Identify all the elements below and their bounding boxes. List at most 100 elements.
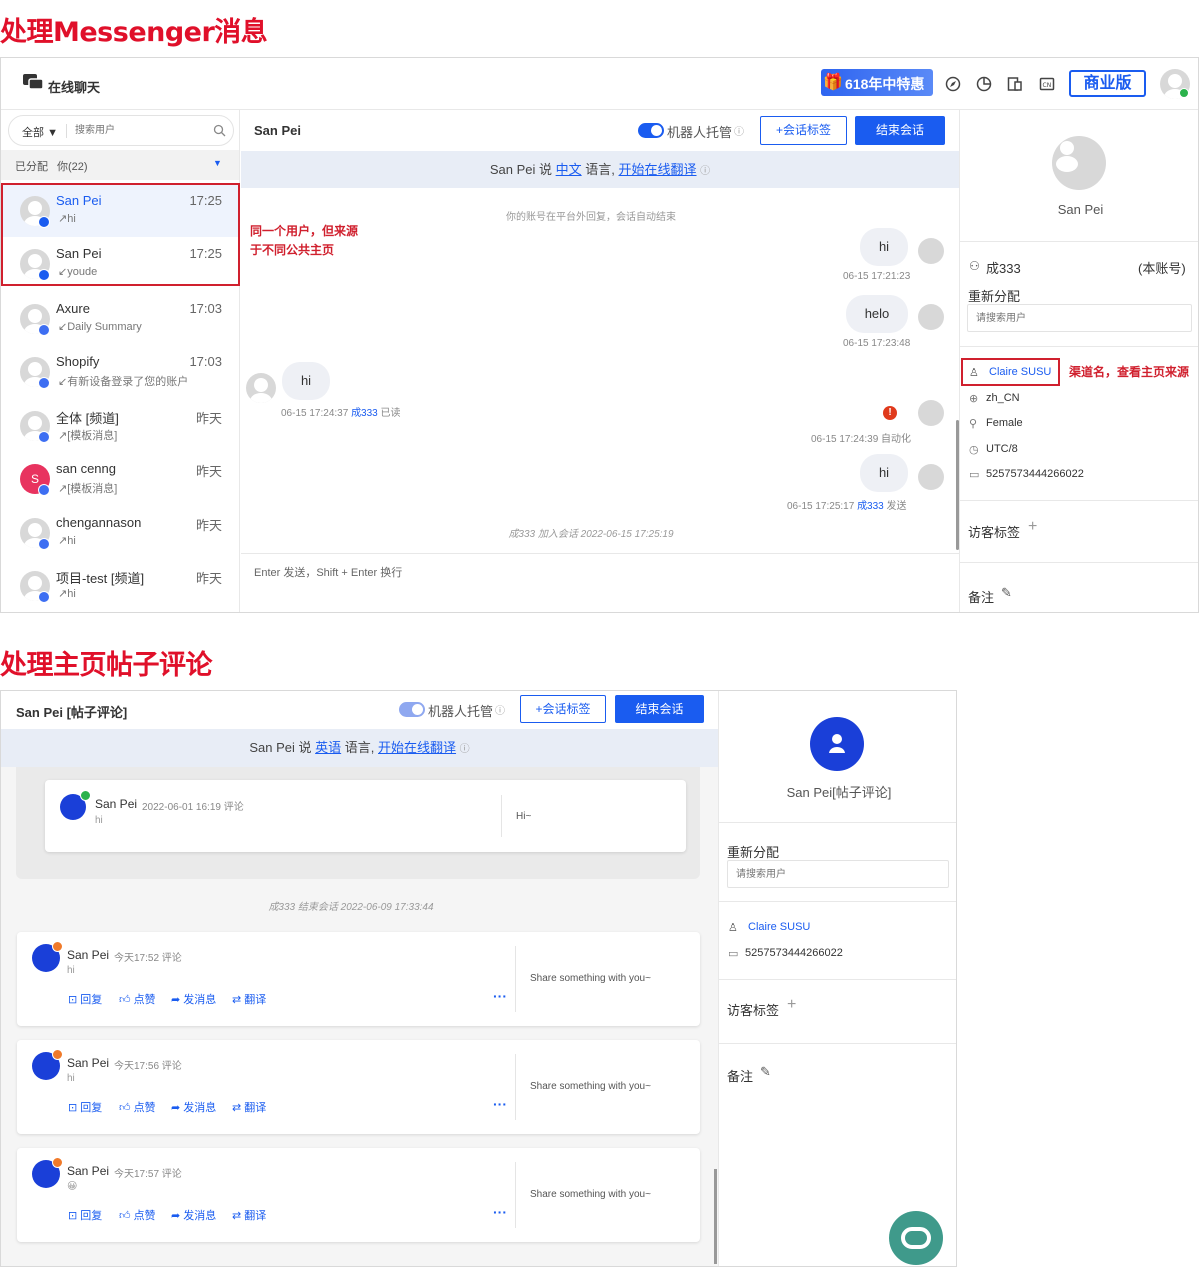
edit-icon[interactable]: ✎ (760, 1064, 771, 1080)
edition-button[interactable]: 商业版 (1069, 70, 1146, 97)
lang-link[interactable]: 英语 (315, 740, 341, 755)
message-bubble: helo (846, 295, 908, 333)
conversation-item[interactable]: Axure 17:03 ↙Daily Summary (1, 292, 239, 345)
promo-banner[interactable]: 🎁 618年中特惠 (821, 69, 933, 96)
search-input[interactable] (75, 121, 205, 140)
send-message-button[interactable]: ➦ 发消息 (171, 1099, 216, 1115)
agent-avatar (918, 238, 944, 264)
filter-dropdown[interactable]: 全部 ▼ (22, 124, 58, 140)
messenger-window: 在线聊天 🎁 618年中特惠 CN 商业版 全部 ▼ 已分配 你(22) ▼ S… (0, 57, 1199, 613)
post-preview[interactable]: Share something with you~ (530, 1081, 651, 1092)
translate-link[interactable]: 开始在线翻译 (378, 740, 456, 755)
conversation-item[interactable]: Shopify 17:03 ↙有新设备登录了您的账户 (1, 345, 239, 398)
end-session-button[interactable]: 结束会话 (855, 116, 945, 145)
language-icon[interactable]: CN (1039, 76, 1055, 92)
lang-link[interactable]: 中文 (556, 162, 582, 177)
session-tag-button[interactable]: +会话标签 (520, 695, 606, 723)
reply-button[interactable]: ⊡ 回复 (68, 991, 102, 1007)
add-tag-icon[interactable]: + (787, 996, 796, 1014)
visitor-info-panel: San Pei[帖子评论] 重新分配 ♙ Claire SUSU ▭ 52575… (718, 691, 956, 1266)
annotation-channel: 渠道名，查看主页来源 (1069, 365, 1190, 379)
translate-button[interactable]: ⇄ 翻译 (232, 1207, 266, 1223)
add-tag-icon[interactable]: + (1028, 518, 1037, 536)
reply-button[interactable]: ⊡ 回复 (68, 1099, 102, 1115)
section-heading-messenger: 处理Messenger消息 (0, 17, 268, 48)
channel-name[interactable]: Claire SUSU (989, 366, 1051, 378)
support-chat-button[interactable] (889, 1211, 943, 1265)
conversation-item[interactable]: 全体 [频道] 昨天 ↗[模板消息] (1, 399, 239, 452)
message-input-hint[interactable]: Enter 发送，Shift + Enter 换行 (254, 564, 402, 580)
compass-icon[interactable] (945, 76, 961, 92)
translate-button[interactable]: ⇄ 翻译 (232, 991, 266, 1007)
conversation-preview: ↙有新设备登录了您的账户 (58, 373, 188, 389)
post-preview[interactable]: Share something with you~ (530, 1189, 651, 1200)
check-badge-icon (80, 790, 91, 801)
conversation-item[interactable]: Ssan cenng 昨天 ↗[模板消息] (1, 452, 239, 505)
id-card-icon: ▭ (969, 469, 980, 481)
visitor-name: San Pei[帖子评论] (786, 785, 892, 800)
visitor-tags-label: 访客标签 (968, 525, 1021, 540)
more-options-icon[interactable]: ··· (493, 1096, 507, 1112)
channel-name[interactable]: Claire SUSU (748, 921, 810, 933)
like-button[interactable]: 👍︎ 点赞 (119, 1099, 156, 1115)
timezone: UTC/8 (986, 443, 1018, 455)
more-options-icon[interactable]: ··· (493, 988, 507, 1004)
translate-label: 翻译 (244, 1102, 267, 1114)
pie-chart-icon[interactable] (976, 76, 992, 92)
send-message-button[interactable]: ➦ 发消息 (171, 991, 216, 1007)
like-label: 点赞 (133, 1210, 156, 1222)
robot-toggle[interactable] (638, 123, 664, 138)
lang-mid: 语言, (585, 162, 615, 177)
channel-badge-icon (38, 591, 50, 603)
reply-button[interactable]: ⊡ 回复 (68, 1207, 102, 1223)
old-comment-card: San Pei 2022-06-01 16:19 评论 hi Hi~ (45, 780, 686, 852)
edit-icon[interactable]: ✎ (1001, 585, 1012, 601)
commenter-name: San Pei (95, 797, 138, 811)
reassign-label: 重新分配 (727, 845, 780, 860)
reassign-search-input[interactable] (967, 304, 1192, 332)
help-icon[interactable]: ⓘ (700, 166, 710, 177)
message-bubble: hi (282, 362, 330, 400)
channel-badge-icon (38, 484, 50, 496)
agent-name: 成333 (351, 408, 378, 419)
preview-text: hi (67, 588, 76, 600)
user-icon: ⚇ (969, 259, 980, 273)
filter-label: 全部 (22, 127, 44, 139)
session-tag-button[interactable]: +会话标签 (760, 116, 847, 145)
like-label: 点赞 (133, 994, 156, 1006)
conversation-name: 项目-test [频道] (56, 571, 145, 586)
robot-toggle[interactable] (399, 702, 425, 717)
message-time: 06-15 17:23:48 (843, 338, 911, 349)
locale: zh_CN (986, 392, 1020, 404)
translate-button[interactable]: ⇄ 翻译 (232, 1099, 266, 1115)
help-icon[interactable]: ⓘ (495, 702, 505, 717)
conversation-item[interactable]: chengannason 昨天 ↗hi (1, 506, 239, 559)
devices-icon[interactable] (1007, 76, 1023, 92)
visitor-id: 5257573444266022 (986, 468, 1084, 480)
translate-link[interactable]: 开始在线翻译 (619, 162, 697, 177)
send-status: 发送 (886, 501, 907, 512)
comment-text: hi (67, 965, 75, 976)
conversation-name: Shopify (56, 354, 100, 369)
message-bubble: hi (860, 228, 908, 266)
help-icon[interactable]: ⓘ (734, 123, 744, 138)
post-preview[interactable]: Share something with you~ (530, 973, 651, 984)
mine-count: 你(22) (57, 161, 88, 173)
post-preview[interactable]: Hi~ (516, 811, 531, 822)
conversation-item[interactable]: 项目-test [频道] 昨天 ↗hi (1, 559, 239, 612)
user-icon (829, 734, 845, 753)
like-button[interactable]: 👍︎ 点赞 (119, 991, 156, 1007)
search-icon[interactable] (213, 124, 226, 137)
comment-card: San Pei 今天17:57 评论 😀 ⊡ 回复 👍︎ 点赞 ➦ 发消息 ⇄ 翻译 ··· S… (17, 1148, 700, 1242)
read-status: 已读 (380, 408, 401, 419)
comments-window: San Pei [帖子评论] 机器人托管 ⓘ +会话标签 结束会话 San Pe… (0, 690, 957, 1267)
scrollbar[interactable] (714, 1169, 717, 1264)
like-button[interactable]: 👍︎ 点赞 (119, 1207, 156, 1223)
more-options-icon[interactable]: ··· (493, 1204, 507, 1220)
help-icon[interactable]: ⓘ (460, 744, 470, 755)
send-message-button[interactable]: ➦ 发消息 (171, 1207, 216, 1223)
reassign-search-input[interactable] (727, 860, 949, 888)
error-icon[interactable]: ! (883, 406, 897, 420)
assigned-filter-bar[interactable]: 已分配 你(22) ▼ (1, 150, 239, 180)
end-session-button[interactable]: 结束会话 (615, 695, 704, 723)
